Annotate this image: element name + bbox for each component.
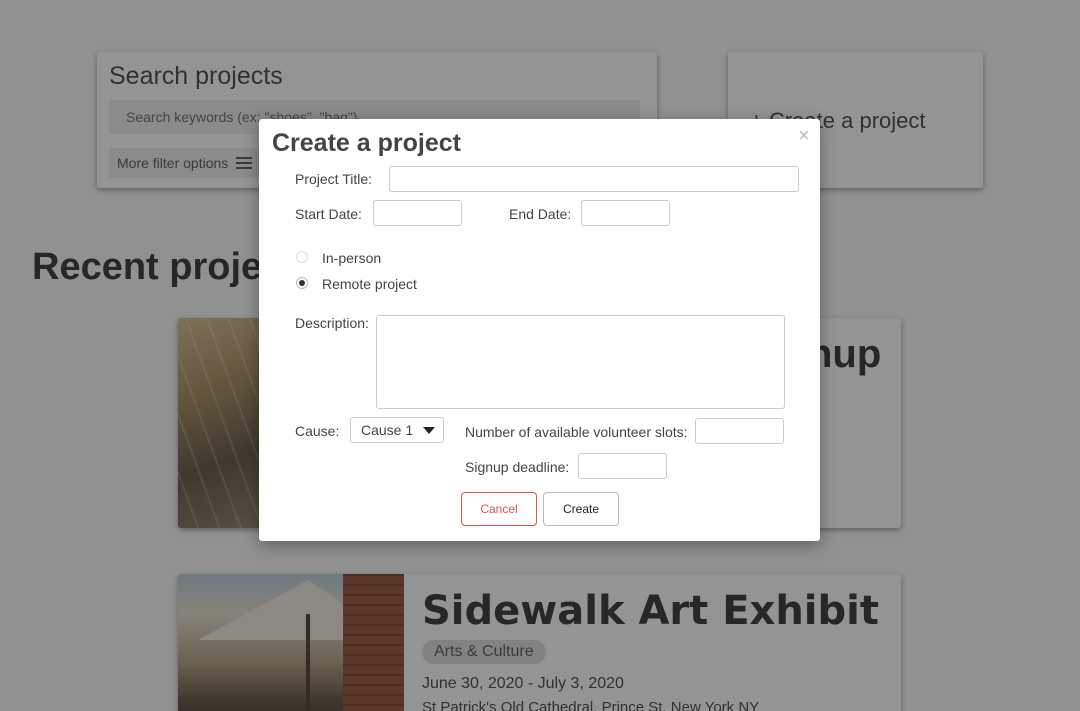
in-person-label[interactable]: In-person: [322, 250, 381, 266]
create-project-modal: Create a project × Project Title: Start …: [259, 119, 820, 541]
remote-project-radio[interactable]: [296, 277, 308, 289]
remote-project-label[interactable]: Remote project: [322, 276, 417, 292]
create-button[interactable]: Create: [543, 492, 619, 526]
signup-deadline-label: Signup deadline:: [465, 459, 570, 475]
cause-select[interactable]: Cause 1: [350, 417, 444, 443]
volunteer-slots-label: Number of available volunteer slots:: [465, 424, 688, 440]
volunteer-slots-input[interactable]: [695, 418, 784, 444]
in-person-radio[interactable]: [296, 251, 308, 263]
project-title-input[interactable]: [389, 166, 799, 192]
modal-title: Create a project: [272, 129, 461, 157]
start-date-input[interactable]: [373, 200, 462, 226]
close-icon[interactable]: ×: [798, 125, 810, 148]
description-textarea[interactable]: [376, 315, 785, 409]
description-label: Description:: [295, 315, 369, 331]
caret-down-icon: [423, 427, 435, 434]
cancel-button[interactable]: Cancel: [461, 492, 537, 526]
end-date-label: End Date:: [509, 206, 572, 222]
cause-label: Cause:: [295, 423, 340, 439]
signup-deadline-input[interactable]: [578, 453, 667, 479]
project-title-label: Project Title:: [295, 171, 373, 187]
start-date-label: Start Date:: [295, 206, 362, 222]
end-date-input[interactable]: [581, 200, 670, 226]
cause-selected-value: Cause 1: [361, 422, 414, 438]
